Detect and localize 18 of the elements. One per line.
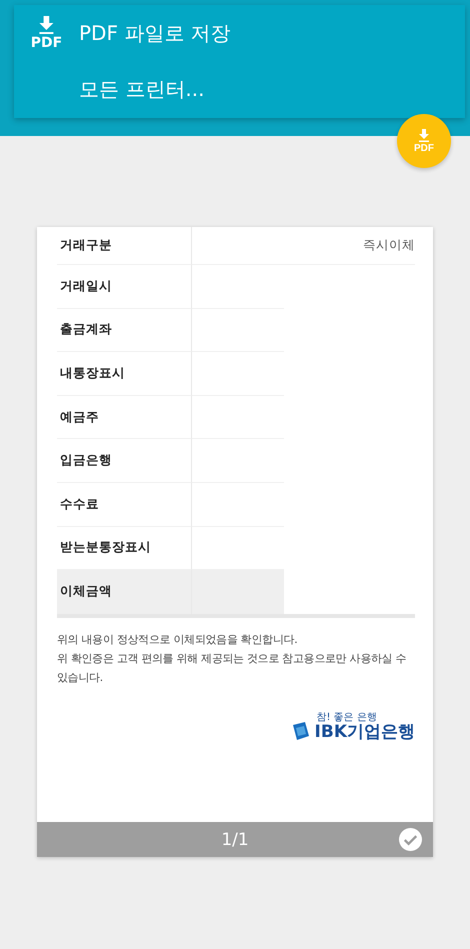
- page-counter: 1/1: [221, 830, 249, 850]
- menu-item[interactable]: PDF PDF 파일로 저장: [14, 5, 465, 61]
- row-label: 내통장표시: [57, 352, 192, 396]
- row-label: 거래일시: [57, 265, 192, 309]
- logo-tagline: 참! 좋은 은행: [316, 712, 378, 723]
- check-icon[interactable]: [399, 828, 422, 851]
- logo-name: IBK기업은행: [314, 722, 415, 742]
- row-label: 출금계좌: [57, 308, 192, 352]
- save-pdf-button[interactable]: PDF: [397, 114, 451, 168]
- row-label: 예금주: [57, 396, 192, 440]
- row-value: 즉시이체: [363, 237, 415, 254]
- notice-text: 위의 내용이 정상적으로 이체되었음을 확인합니다. 위 확인증은 고객 편의를 위해 제공되는 것으로 참고용으로만 사용하실 수 있습니다.: [57, 632, 408, 686]
- row-label: 입금은행: [57, 439, 192, 483]
- menu-item[interactable]: 모든 프린터...: [14, 61, 465, 117]
- row-label: 수수료: [57, 482, 192, 527]
- row-label: 이체금액: [57, 570, 192, 614]
- row-label: 거래구분: [57, 227, 192, 265]
- bank-logo-icon: [290, 721, 311, 742]
